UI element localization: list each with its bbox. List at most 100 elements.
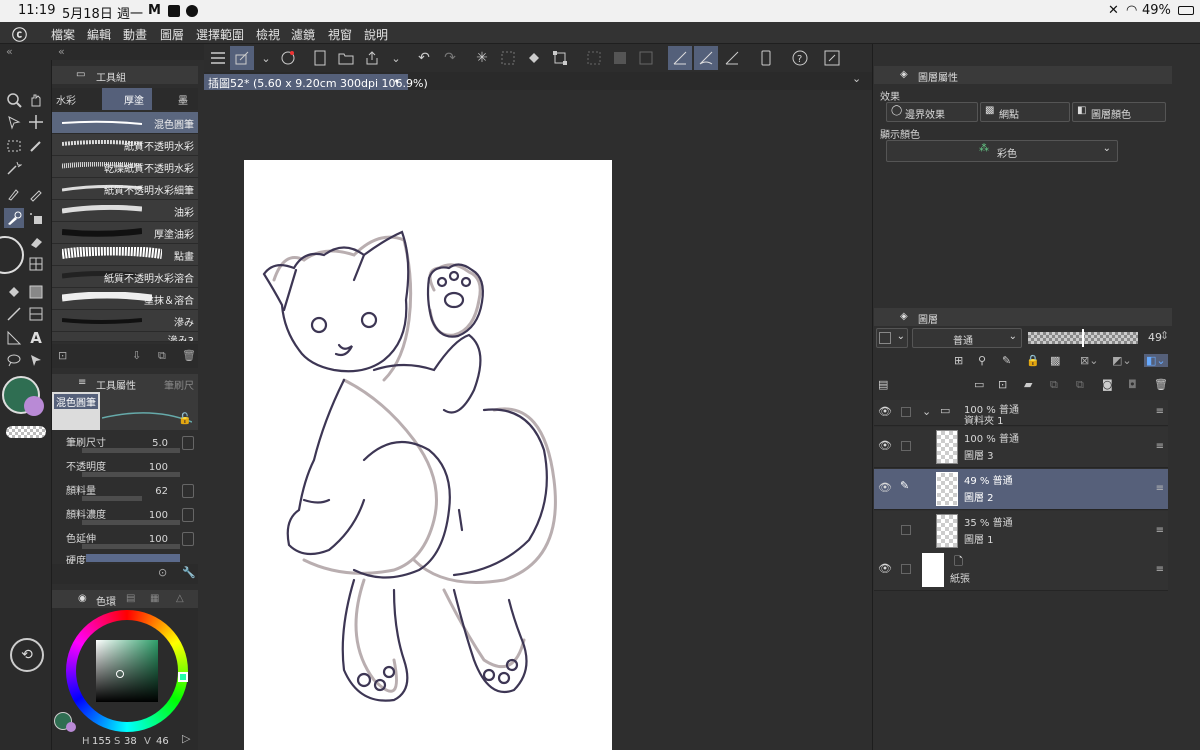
new-vector-layer-icon[interactable]: ⊡ bbox=[998, 378, 1007, 391]
brush-item-3[interactable]: 紙質不透明水彩細筆 bbox=[52, 178, 198, 200]
layer-drag-handle[interactable]: ≡ bbox=[1156, 406, 1164, 417]
layer-drag-handle[interactable]: ≡ bbox=[1156, 441, 1164, 452]
selection-tool-icon[interactable] bbox=[4, 136, 24, 156]
brush-item-2[interactable]: 乾燥紙質不透明水彩 bbox=[52, 156, 198, 178]
mask-dropdown-icon[interactable]: ⊠⌄ bbox=[1080, 354, 1098, 367]
visibility-eye-icon[interactable]: 👁 bbox=[878, 562, 892, 575]
collapse-left-icon[interactable]: « bbox=[6, 45, 13, 58]
sub-tool-detail-icon[interactable]: ⊙ bbox=[158, 566, 167, 579]
opacity-stepper-icon[interactable]: ⇕ bbox=[1160, 329, 1169, 342]
pen-tool-icon[interactable] bbox=[4, 184, 24, 204]
object-tool-icon[interactable] bbox=[4, 112, 24, 132]
layer-row-1[interactable]: 35 % 普通 圖層 1 ≡ bbox=[874, 511, 1168, 552]
prop-slider-0[interactable] bbox=[82, 448, 180, 453]
menu-edit[interactable]: 編輯 bbox=[87, 26, 111, 43]
figure-tool-icon[interactable] bbox=[4, 304, 24, 324]
text-tool-icon[interactable]: A bbox=[26, 328, 46, 348]
new-raster-layer-icon[interactable]: ▭ bbox=[974, 378, 984, 391]
ruler-dropdown-icon[interactable]: ◩⌄ bbox=[1112, 354, 1132, 367]
document-tab[interactable]: 插圖52* (5.60 x 9.20cm 300dpi 106.9%) • bbox=[204, 74, 428, 90]
hue-cursor[interactable] bbox=[178, 672, 188, 682]
new-file-icon[interactable] bbox=[308, 46, 332, 70]
brush-item-5[interactable]: 厚塗油彩 bbox=[52, 222, 198, 244]
menu-selection[interactable]: 選擇範圍 bbox=[196, 26, 244, 43]
color-history-tab-icon[interactable]: △ bbox=[176, 593, 184, 604]
sub-color-swatch[interactable] bbox=[24, 396, 44, 416]
collapse-left-icon-2[interactable]: « bbox=[58, 45, 65, 58]
layer-checkbox[interactable] bbox=[901, 407, 911, 417]
layer-drag-handle[interactable]: ≡ bbox=[1156, 483, 1164, 494]
menu-file[interactable]: 檔案 bbox=[51, 26, 75, 43]
merge-down-icon[interactable]: ⧉ bbox=[1076, 378, 1084, 392]
prop-hardness[interactable]: 硬度 bbox=[52, 552, 198, 564]
gradient-tool-icon[interactable] bbox=[26, 282, 46, 302]
dropdown-chevron-icon[interactable]: ⌄ bbox=[254, 46, 278, 70]
export-dropdown-icon[interactable]: ⌄ bbox=[384, 46, 408, 70]
redo-icon[interactable]: ↷ bbox=[438, 46, 462, 70]
frame-tool-icon[interactable] bbox=[26, 304, 46, 324]
stabilizer-icon[interactable] bbox=[668, 46, 692, 70]
ruler-snap-icon[interactable] bbox=[720, 46, 744, 70]
transfer-down-icon[interactable]: ⧉ bbox=[1050, 378, 1058, 392]
prop-hardness-bar[interactable] bbox=[86, 554, 180, 562]
layer-drag-handle[interactable]: ≡ bbox=[1156, 525, 1164, 536]
brush-item-1[interactable]: 紙質不透明水彩 bbox=[52, 134, 198, 156]
brush-item-8[interactable]: 塗抹＆溶合 bbox=[52, 288, 198, 310]
duplicate-brush-icon[interactable]: ⧉ bbox=[158, 349, 166, 363]
color-preview-sub[interactable] bbox=[66, 722, 76, 732]
prop-slider-1[interactable] bbox=[82, 472, 180, 477]
menu-window[interactable]: 視窗 bbox=[328, 26, 352, 43]
draft-icon[interactable]: ✎ bbox=[1002, 354, 1011, 367]
tab-ink[interactable]: 墨 bbox=[154, 88, 198, 110]
layer-row-folder1[interactable]: 👁 ⌄ ▭ 100 % 普通 資料夾 1 ≡ bbox=[874, 400, 1168, 427]
brush-item-9[interactable]: 滲み bbox=[52, 310, 198, 332]
color-slider-tab-icon[interactable]: ▤ bbox=[126, 593, 135, 604]
delete-brush-icon[interactable]: 🗑 bbox=[182, 349, 196, 362]
import-brush-icon[interactable]: ⇩ bbox=[132, 349, 141, 362]
layer-checkbox[interactable] bbox=[901, 525, 911, 535]
fill-tool-icon[interactable] bbox=[4, 282, 24, 302]
loading-icon[interactable]: ✳ bbox=[470, 46, 494, 70]
brush-item-6[interactable]: 點畫 bbox=[52, 244, 198, 266]
lock-icon[interactable]: 🔓 bbox=[178, 412, 192, 425]
eyedropper-tool-icon[interactable] bbox=[26, 136, 46, 156]
correct-line-tool-icon[interactable] bbox=[26, 350, 46, 370]
folder-chevron-icon[interactable]: ⌄ bbox=[922, 405, 931, 418]
undo-icon[interactable]: ↶ bbox=[412, 46, 436, 70]
prop-brush-size[interactable]: 筆刷尺寸 5.0 bbox=[52, 432, 198, 456]
hand-tool-icon[interactable] bbox=[26, 90, 46, 110]
prop-paint-amount[interactable]: 顏料量 62 bbox=[52, 480, 198, 504]
menu-layer[interactable]: 圖層 bbox=[160, 26, 184, 43]
export-icon[interactable] bbox=[360, 46, 384, 70]
opacity-thumb[interactable] bbox=[1082, 329, 1084, 347]
wrench-icon[interactable]: 🔧 bbox=[182, 566, 196, 579]
prop-pressure-0[interactable] bbox=[182, 436, 194, 450]
fullscreen-icon[interactable] bbox=[820, 46, 844, 70]
display-color-select[interactable]: ⁂ 彩色 ⌄ bbox=[886, 140, 1118, 162]
ruler-tool-icon[interactable] bbox=[4, 328, 24, 348]
layer-checkbox[interactable] bbox=[901, 441, 911, 451]
sv-square[interactable] bbox=[96, 640, 158, 702]
drawing-paper[interactable] bbox=[244, 160, 612, 750]
layer-row-2[interactable]: 👁 ✎ 49 % 普通 圖層 2 ≡ bbox=[874, 469, 1168, 510]
layer-checkbox[interactable] bbox=[901, 564, 911, 574]
prop-slider-3[interactable] bbox=[82, 520, 180, 525]
prop-color-stretch[interactable]: 色延伸 100 bbox=[52, 528, 198, 552]
prop-slider-2[interactable] bbox=[82, 496, 142, 501]
tab-watercolor[interactable]: 水彩 bbox=[52, 88, 100, 110]
device-icon[interactable] bbox=[754, 46, 778, 70]
menu-animation[interactable]: 動畫 bbox=[123, 26, 147, 43]
deselect-icon[interactable] bbox=[582, 46, 606, 70]
swap-colors-button[interactable]: ⟲ bbox=[10, 638, 44, 672]
clip-icon[interactable]: ⊞ bbox=[954, 354, 963, 367]
balloon-tool-icon[interactable] bbox=[4, 350, 24, 370]
menu-view[interactable]: 檢視 bbox=[256, 26, 280, 43]
blend-mode-select[interactable]: 普通 ⌄ bbox=[912, 328, 1022, 348]
lock-alpha-icon[interactable]: ▩ bbox=[1050, 354, 1060, 367]
prop-pressure-3[interactable] bbox=[182, 508, 194, 522]
new-folder-icon[interactable]: ▰ bbox=[1024, 378, 1032, 391]
brush-item-7[interactable]: 紙質不透明水彩溶合 bbox=[52, 266, 198, 288]
layer-drag-handle[interactable]: ≡ bbox=[1156, 564, 1164, 575]
layer-color-button[interactable]: ◧ 圖層顏色 bbox=[1072, 102, 1166, 122]
brush-tool-icon[interactable] bbox=[4, 208, 24, 228]
